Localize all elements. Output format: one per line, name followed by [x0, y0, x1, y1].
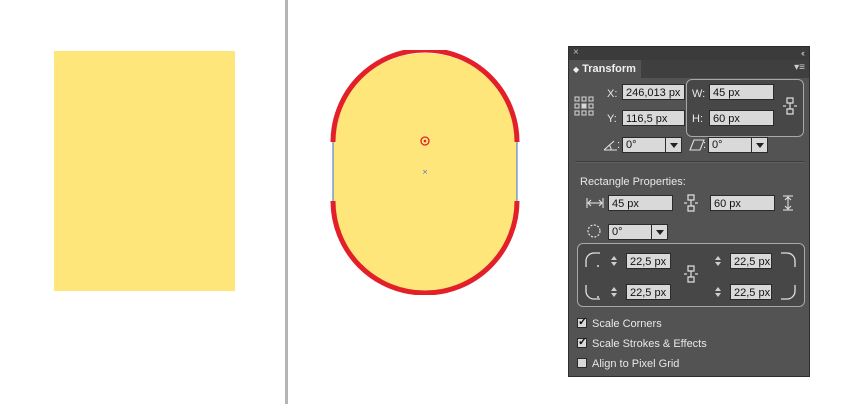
- rect-constrain-icon[interactable]: [683, 194, 699, 212]
- w-label: W:: [692, 88, 706, 100]
- corner-type-bottom-right-icon[interactable]: [779, 283, 797, 301]
- h-label: H:: [692, 113, 703, 125]
- corner-top-left-input[interactable]: 22,5 px: [626, 253, 671, 269]
- shear-colon: :: [703, 139, 707, 151]
- chevron-down-icon: [651, 225, 667, 239]
- w-input[interactable]: 45 px: [709, 84, 774, 100]
- rect-width-input[interactable]: 45 px: [608, 195, 673, 211]
- collapse-icon[interactable]: ‹‹: [801, 47, 805, 59]
- h-input[interactable]: 60 px: [709, 110, 774, 126]
- x-input[interactable]: 246,013 px: [622, 84, 685, 100]
- chevron-down-icon: [665, 138, 681, 152]
- scale-strokes-label: Scale Strokes & Effects: [592, 338, 707, 350]
- align-pixel-grid-checkbox[interactable]: [577, 358, 587, 368]
- reference-point-icon[interactable]: [574, 96, 594, 116]
- shear-angle-select[interactable]: 0°: [708, 137, 768, 153]
- rect-rotation-value: 0°: [612, 226, 623, 238]
- rect-height-input[interactable]: 60 px: [710, 195, 775, 211]
- rectangle-properties-title: Rectangle Properties:: [580, 176, 686, 188]
- canvas-divider: [285, 0, 288, 404]
- corner-bottom-right-input[interactable]: 22,5 px: [730, 284, 772, 300]
- corner-bottom-left-input[interactable]: 22,5 px: [626, 284, 671, 300]
- y-label: Y:: [607, 113, 617, 125]
- rect-rotation-icon: [587, 224, 601, 238]
- rotation-origin-dot: [423, 139, 427, 143]
- panel-title-bar: × ‹‹: [569, 47, 809, 60]
- tab-transform[interactable]: ◆ Transform: [569, 60, 641, 78]
- scale-corners-label: Scale Corners: [592, 318, 662, 330]
- section-divider: [575, 161, 805, 163]
- rotate-angle-select[interactable]: 0°: [622, 137, 682, 153]
- tab-arrow-icon: ◆: [573, 65, 580, 74]
- panel-menu-icon[interactable]: ▾≡: [794, 62, 805, 74]
- corner-type-bottom-left-icon[interactable]: [584, 283, 602, 301]
- corner-type-top-right-icon[interactable]: [779, 251, 797, 269]
- constrain-proportions-icon[interactable]: [782, 97, 798, 115]
- rect-rotation-select[interactable]: 0°: [608, 224, 668, 240]
- stepper-icon[interactable]: [715, 254, 722, 268]
- tab-transform-label: Transform: [582, 63, 636, 75]
- x-label: X:: [607, 88, 618, 100]
- corner-constrain-icon[interactable]: [683, 265, 699, 283]
- align-pixel-grid-label: Align to Pixel Grid: [592, 358, 680, 370]
- shear-angle-value: 0°: [712, 139, 723, 151]
- width-arrows-icon: [586, 198, 604, 208]
- scale-strokes-checkbox[interactable]: [577, 335, 587, 348]
- close-icon[interactable]: ×: [573, 47, 579, 59]
- panel-tab-strip: ◆ Transform ▾≡: [569, 60, 809, 78]
- stepper-icon[interactable]: [611, 285, 618, 299]
- center-point-icon: ×: [422, 168, 428, 176]
- rotate-colon: :: [617, 139, 621, 151]
- corner-top-right-input[interactable]: 22,5 px: [730, 253, 772, 269]
- rotate-angle-value: 0°: [626, 139, 637, 151]
- corner-type-top-left-icon[interactable]: [584, 251, 602, 269]
- y-input[interactable]: 116,5 px: [622, 110, 685, 126]
- scale-corners-checkbox[interactable]: [577, 315, 587, 328]
- height-arrows-icon: [783, 195, 793, 211]
- stepper-icon[interactable]: [611, 254, 618, 268]
- stepper-icon[interactable]: [715, 285, 722, 299]
- chevron-down-icon: [751, 138, 767, 152]
- rounded-rectangle-shape[interactable]: ×: [330, 50, 520, 295]
- yellow-rectangle[interactable]: [54, 51, 235, 291]
